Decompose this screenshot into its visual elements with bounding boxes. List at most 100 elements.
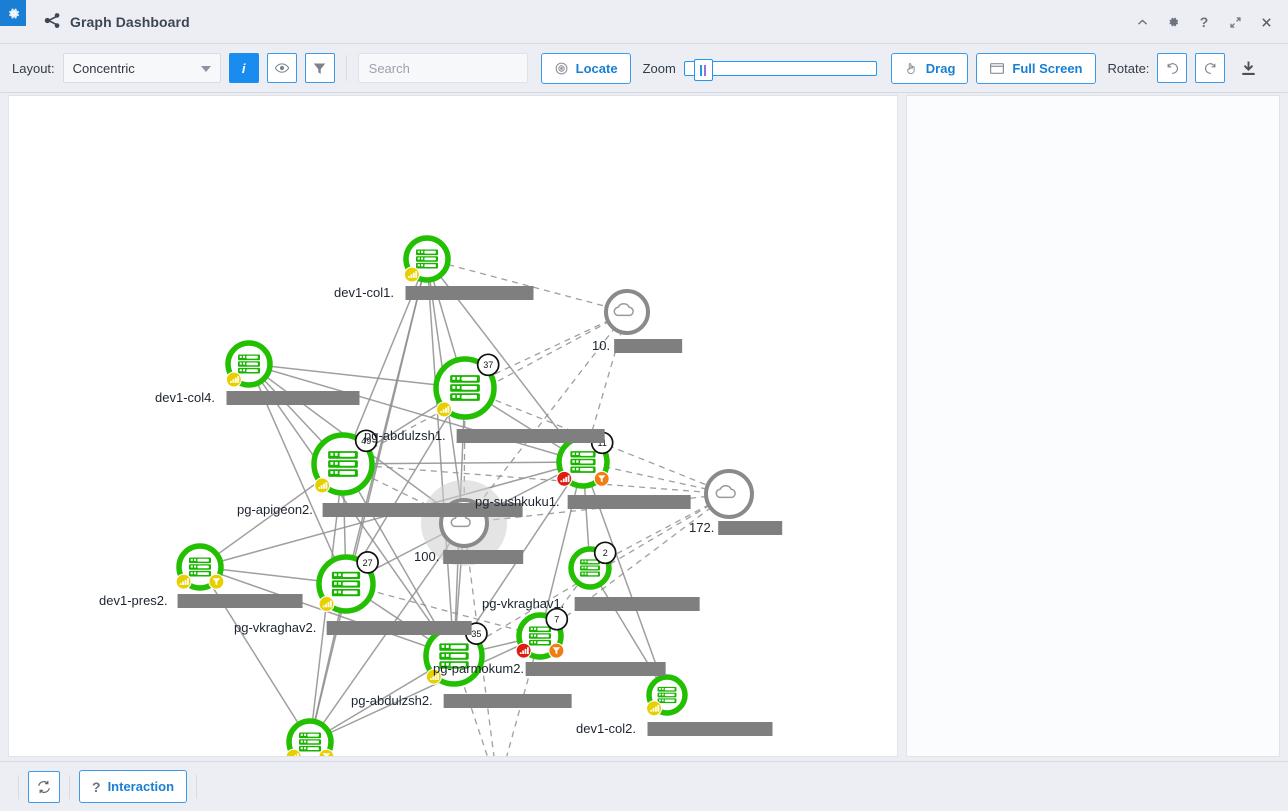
node-label-redaction	[406, 286, 534, 300]
signal-bar	[525, 649, 527, 654]
graph-edge[interactable]	[343, 462, 583, 464]
graph-svg[interactable]: 374911272357 dev1-col1.10.dev1-col4.pg-a…	[9, 96, 897, 756]
drag-button[interactable]: Drag	[891, 53, 969, 84]
window-control-buttons: ?	[1134, 0, 1274, 44]
node-label-redaction	[575, 597, 700, 611]
bottom-divider-right	[196, 775, 197, 799]
window-titlebar: Graph Dashboard ?	[0, 0, 1288, 44]
signal-bar	[527, 647, 529, 654]
graph-node-dev1-col2[interactable]	[647, 677, 685, 716]
signal-bar	[297, 753, 299, 756]
signal-bar	[180, 583, 182, 585]
help-question-icon[interactable]: ?	[1196, 14, 1212, 30]
node-label: 10.	[592, 338, 610, 353]
filter-icon	[312, 61, 327, 76]
interaction-button-label: Interaction	[108, 779, 174, 794]
zoom-slider[interactable]	[684, 59, 877, 77]
graph-node-pg-abdulzsh2[interactable]: 7	[516, 609, 567, 659]
node-label-redaction	[327, 621, 472, 635]
refresh-button[interactable]	[28, 771, 60, 803]
signal-bar	[522, 651, 524, 655]
signal-bar	[325, 604, 327, 608]
download-button[interactable]	[1235, 55, 1261, 81]
server-icon	[580, 559, 600, 576]
settings-gear-icon[interactable]	[1165, 14, 1181, 30]
close-icon[interactable]	[1258, 14, 1274, 30]
graph-edge[interactable]	[427, 259, 454, 656]
node-label: dev1-col4.	[155, 390, 215, 405]
chevron-down-icon	[201, 66, 211, 72]
share-graph-icon	[44, 12, 61, 32]
filter-button[interactable]	[305, 53, 335, 83]
signal-bar	[318, 487, 320, 489]
fullscreen-button[interactable]: Full Screen	[976, 53, 1095, 84]
eye-icon	[274, 60, 290, 76]
graph-node-pg-abdulzsh1[interactable]: 37	[436, 354, 499, 417]
signal-bar	[443, 409, 445, 413]
graph-edge[interactable]	[200, 567, 310, 742]
server-icon	[189, 558, 211, 577]
rotate-ccw-button[interactable]	[1157, 53, 1187, 83]
visibility-button[interactable]	[267, 53, 297, 83]
fullscreen-button-label: Full Screen	[1012, 61, 1082, 76]
graph-node-dev1-col1[interactable]	[404, 238, 448, 282]
graph-edge[interactable]	[427, 259, 627, 312]
locate-target-icon	[554, 61, 569, 76]
search-placeholder-text: Search	[369, 61, 410, 76]
graph-dashboard-window: Graph Dashboard ?	[0, 0, 1288, 811]
screen-icon	[989, 61, 1005, 76]
graph-edge[interactable]	[249, 364, 465, 388]
node-label: pg-parmokum2.	[433, 661, 524, 676]
locate-button[interactable]: Locate	[541, 53, 631, 84]
graph-node-cloud-172[interactable]	[706, 471, 752, 517]
rotate-cw-button[interactable]	[1195, 53, 1225, 83]
signal-bar	[520, 652, 522, 654]
node-label-redaction	[443, 550, 523, 564]
node-label: 172.	[689, 520, 714, 535]
node-label: 100.	[414, 549, 439, 564]
drag-button-label: Drag	[926, 61, 956, 76]
graph-edge[interactable]	[249, 364, 583, 462]
zoom-slider-thumb[interactable]	[694, 59, 713, 81]
locate-button-label: Locate	[576, 61, 618, 76]
layout-select-value: Concentric	[73, 61, 135, 76]
graph-edge[interactable]	[343, 464, 729, 494]
refresh-icon	[36, 779, 52, 795]
node-label: dev1-col1.	[334, 285, 394, 300]
node-label-redaction	[457, 429, 605, 443]
layout-select[interactable]: Concentric	[63, 53, 221, 83]
node-label: pg-sushkuku1.	[475, 494, 560, 509]
signal-bar	[232, 379, 234, 383]
expand-arrows-icon[interactable]	[1227, 14, 1243, 30]
server-icon	[450, 375, 480, 401]
collapse-chevron-up-icon[interactable]	[1134, 14, 1150, 30]
corner-gear-icon[interactable]	[0, 0, 26, 26]
server-icon	[416, 250, 438, 269]
graph-node-dev1-col6.ua3[interactable]	[286, 721, 334, 756]
signal-bar	[408, 276, 410, 278]
graph-canvas[interactable]: 374911272357 dev1-col1.10.dev1-col4.pg-a…	[8, 95, 898, 757]
server-icon	[238, 355, 260, 374]
node-ring	[706, 471, 752, 517]
graph-edge[interactable]	[540, 494, 729, 636]
graph-node-cloud-10[interactable]	[606, 291, 648, 333]
graph-node-pg-vkraghav2[interactable]: 27	[319, 552, 378, 612]
signal-bar	[560, 480, 562, 482]
graph-edge[interactable]	[310, 259, 427, 742]
node-label-redaction	[568, 495, 691, 509]
info-icon: i	[242, 62, 246, 75]
graph-node-dev1-col4[interactable]	[226, 343, 270, 387]
node-label: pg-vkraghav1.	[482, 596, 564, 611]
bottom-divider-mid	[69, 775, 70, 799]
main-toolbar: Layout: Concentric i Search	[0, 44, 1288, 93]
signal-bar	[330, 601, 332, 608]
interaction-button[interactable]: ? Interaction	[79, 770, 187, 803]
signal-bar	[565, 477, 567, 482]
search-input[interactable]: Search	[358, 53, 528, 83]
info-button[interactable]: i	[229, 53, 259, 83]
graph-node-dev1-pres2[interactable]	[176, 546, 224, 589]
graph-node-pg-vkraghav1[interactable]: 2	[571, 542, 616, 587]
node-label: dev1-col2.	[576, 721, 636, 736]
signal-bar	[237, 376, 239, 383]
toolbar-divider	[346, 55, 347, 81]
